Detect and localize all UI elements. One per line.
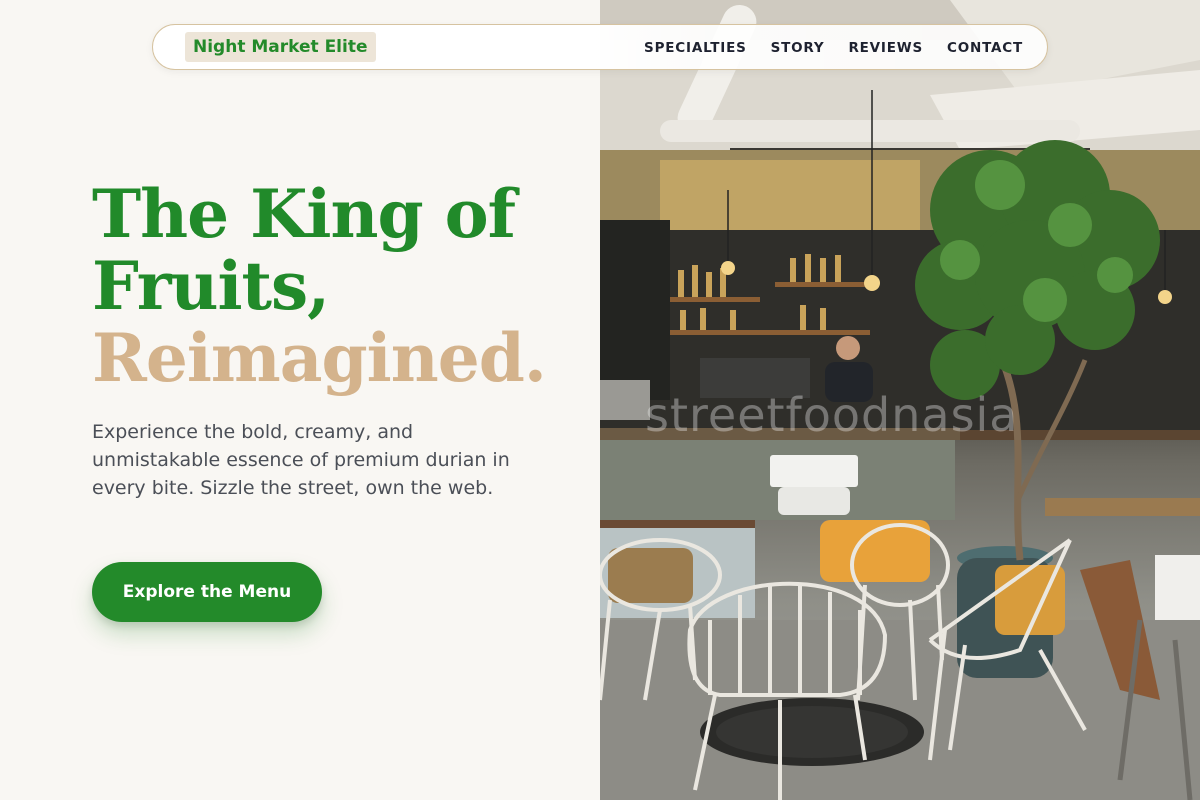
nav-link-specialties[interactable]: SPECIALTIES: [644, 40, 747, 56]
headline-line-1: The King of: [92, 175, 516, 253]
photo-watermark: streetfoodnasia: [645, 388, 1019, 442]
hero-description: Experience the bold, creamy, and unmista…: [92, 421, 510, 499]
landing-page: streetfoodnasia Night Market Elite SPECI…: [0, 0, 1200, 800]
nav-link-reviews[interactable]: REVIEWS: [848, 40, 923, 56]
nav-link-story[interactable]: STORY: [771, 40, 825, 56]
top-navigation-bar: Night Market Elite SPECIALTIES STORY REV…: [152, 24, 1048, 70]
headline-line-2: Fruits,: [92, 247, 330, 325]
cafe-interior-photo: streetfoodnasia: [600, 0, 1200, 800]
headline-line-3: Reimagined.: [92, 319, 547, 397]
explore-menu-button[interactable]: Explore the Menu: [92, 562, 322, 622]
hero-headline: The King of Fruits, Reimagined.: [92, 178, 592, 394]
brand-logo[interactable]: Night Market Elite: [185, 32, 376, 62]
nav-links: SPECIALTIES STORY REVIEWS CONTACT: [644, 25, 1023, 71]
nav-link-contact[interactable]: CONTACT: [947, 40, 1023, 56]
